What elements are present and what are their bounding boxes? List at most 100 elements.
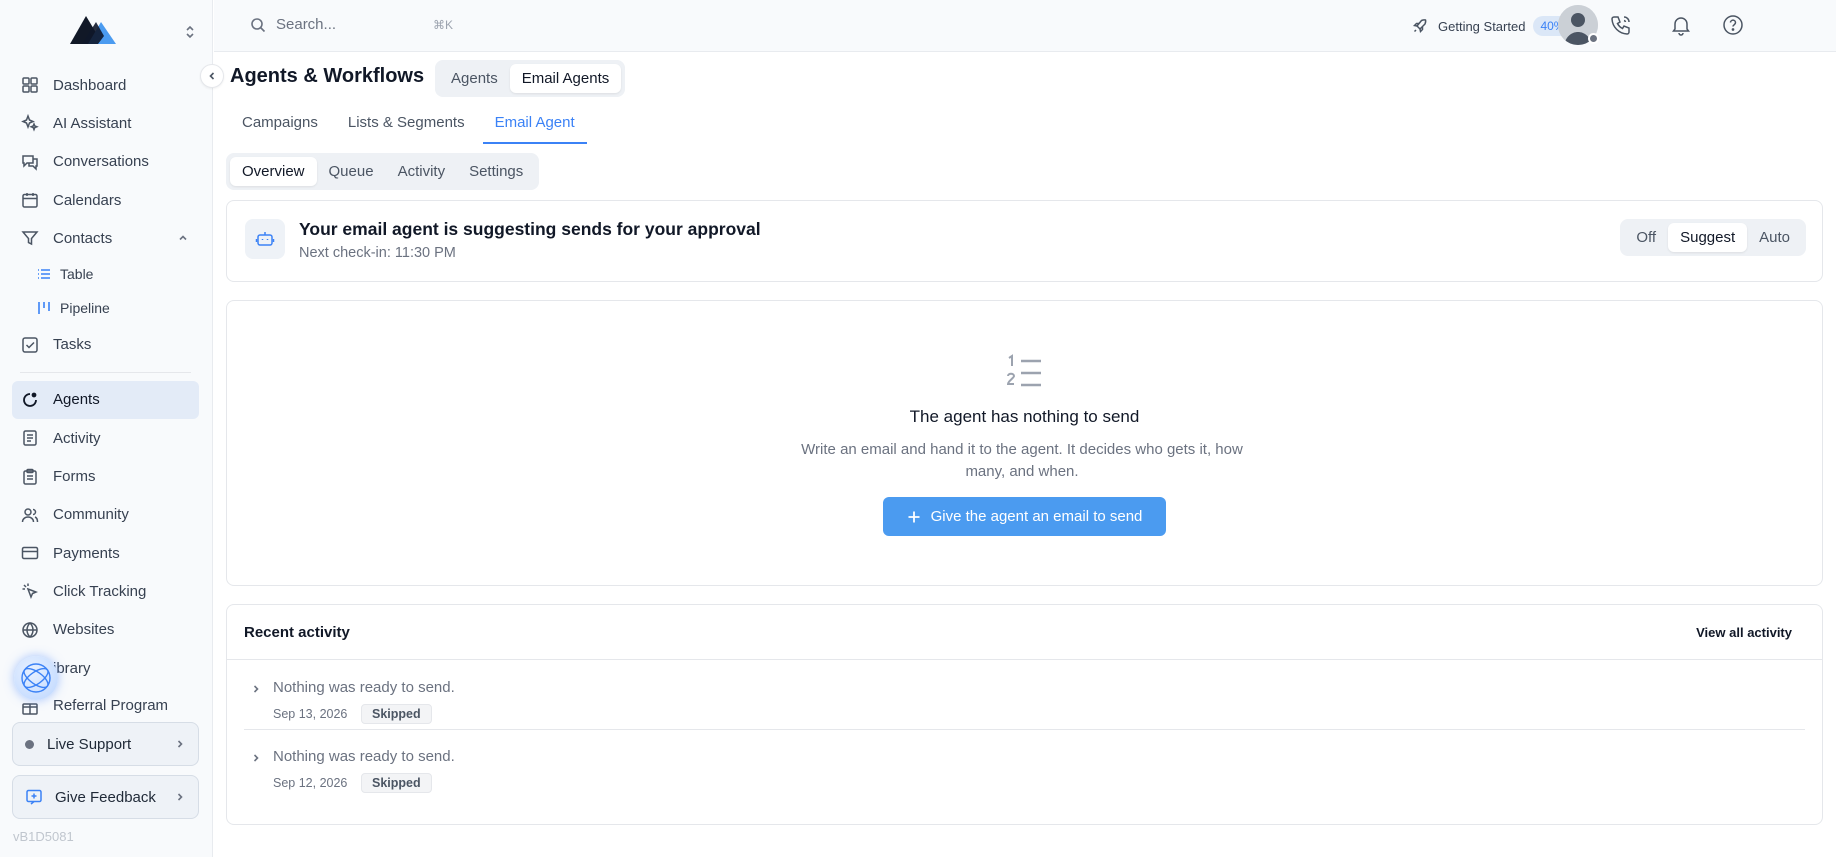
feedback-icon — [25, 788, 43, 806]
sidebar-item-payments[interactable]: Payments — [12, 534, 199, 572]
sidebar-item-label: Pipeline — [60, 300, 110, 317]
checkbox-icon — [20, 335, 40, 355]
robot-icon — [245, 219, 285, 259]
chevron-left-icon — [209, 72, 215, 80]
calendar-icon — [20, 190, 40, 210]
sidebar-item-label: Payments — [53, 544, 120, 562]
sidebar-item-conversations[interactable]: Conversations — [12, 143, 199, 181]
sidebar-item-agents[interactable]: Agents — [12, 380, 199, 420]
agents-icon — [20, 390, 40, 410]
main-tabs: Campaigns Lists & Segments Email Agent — [230, 102, 593, 144]
chat-icon — [20, 152, 40, 172]
status-badge: Skipped — [361, 773, 432, 793]
sidebar-item-label: Click Tracking — [53, 582, 147, 600]
subtab-overview[interactable]: Overview — [230, 157, 317, 186]
tab-email-agent[interactable]: Email Agent — [482, 102, 587, 144]
numbered-list-icon — [1005, 353, 1045, 393]
document-icon — [20, 428, 40, 448]
give-feedback-button[interactable]: Give Feedback — [12, 775, 199, 819]
page-title: Agents & Workflows — [230, 65, 425, 87]
sidebar-item-label: Tasks — [53, 336, 92, 354]
activity-row[interactable]: Nothing was ready to send. Sep 13, 2026 … — [244, 661, 1805, 730]
sidebar-item-tasks[interactable]: Tasks — [12, 325, 199, 363]
sidebar-item-websites[interactable]: Websites — [12, 611, 199, 649]
dashboard-icon — [20, 75, 40, 95]
give-agent-email-button[interactable]: Give the agent an email to send — [883, 497, 1166, 536]
sidebar-nav: Dashboard AI Assistant Conversations Cal… — [12, 66, 199, 717]
recent-activity-title: Recent activity — [244, 624, 350, 641]
sidebar-item-label: ibrary — [53, 659, 91, 677]
sidebar-item-label: Community — [53, 506, 129, 524]
activity-message: Nothing was ready to send. — [273, 679, 455, 696]
sidebar-divider — [20, 371, 191, 373]
subtab-queue[interactable]: Queue — [317, 157, 386, 186]
chevron-right-icon[interactable] — [250, 683, 262, 695]
agent-status-card: Your email agent is suggesting sends for… — [226, 200, 1823, 282]
empty-title: The agent has nothing to send — [909, 407, 1140, 426]
sidebar: Dashboard AI Assistant Conversations Cal… — [0, 0, 213, 857]
activity-date: Sep 13, 2026 — [273, 707, 348, 721]
sidebar-item-label: Referral Program — [53, 697, 169, 715]
subtab-settings[interactable]: Settings — [457, 157, 535, 186]
recent-activity-card: Recent activity View all activity Nothin… — [226, 604, 1823, 825]
live-support-label: Live Support — [47, 735, 132, 753]
empty-description: Write an email and hand it to the agent.… — [801, 441, 1243, 480]
activity-date: Sep 12, 2026 — [273, 776, 348, 790]
status-badge: Skipped — [361, 704, 432, 724]
sidebar-item-label: Contacts — [53, 229, 113, 247]
version-label: vB1D5081 — [13, 829, 74, 844]
agents-segmented-control: Agents Email Agents — [435, 60, 626, 97]
mode-off[interactable]: Off — [1624, 223, 1668, 252]
activity-message: Nothing was ready to send. — [273, 748, 455, 765]
collapse-sidebar-button[interactable] — [200, 64, 224, 88]
bell-icon[interactable] — [1670, 14, 1692, 36]
give-feedback-label: Give Feedback — [55, 788, 156, 806]
segment-agents[interactable]: Agents — [439, 64, 510, 93]
filter-icon — [20, 228, 40, 248]
pipeline-icon — [36, 300, 52, 316]
workspace-switcher-icon[interactable] — [184, 24, 196, 40]
recent-activity-header: Recent activity View all activity — [227, 605, 1822, 660]
sidebar-item-calendars[interactable]: Calendars — [12, 181, 199, 219]
sidebar-item-label: Activity — [53, 429, 101, 447]
mode-auto[interactable]: Auto — [1747, 223, 1802, 252]
pointer-icon — [20, 581, 40, 601]
status-dot-icon — [25, 739, 34, 749]
mode-segmented-control: Off Suggest Auto — [1620, 219, 1806, 256]
sidebar-item-community[interactable]: Community — [12, 496, 199, 534]
users-icon — [20, 505, 40, 525]
getting-started-button[interactable]: Getting Started 40% — [1412, 16, 1572, 36]
sidebar-item-label: Conversations — [53, 153, 149, 171]
sidebar-item-forms[interactable]: Forms — [12, 457, 199, 495]
tab-lists-segments[interactable]: Lists & Segments — [336, 102, 477, 144]
sidebar-item-label: Table — [60, 266, 94, 283]
mode-suggest[interactable]: Suggest — [1668, 223, 1748, 252]
sidebar-item-click-tracking[interactable]: Click Tracking — [12, 572, 199, 610]
phone-icon[interactable] — [1610, 14, 1632, 36]
online-status-dot — [1588, 33, 1599, 44]
activity-row[interactable]: Nothing was ready to send. Sep 12, 2026 … — [244, 730, 1805, 799]
tab-campaigns[interactable]: Campaigns — [230, 102, 330, 144]
subtab-activity[interactable]: Activity — [386, 157, 458, 186]
view-all-activity-link[interactable]: View all activity — [1696, 625, 1792, 640]
chevron-right-icon — [174, 791, 186, 803]
chevron-up-icon[interactable] — [177, 232, 189, 244]
sidebar-item-ai-assistant[interactable]: AI Assistant — [12, 104, 199, 142]
sidebar-item-pipeline[interactable]: Pipeline — [12, 291, 199, 325]
app-logo-icon[interactable] — [68, 14, 118, 44]
search-input[interactable]: Search... ⌘K — [250, 16, 453, 33]
sidebar-item-dashboard[interactable]: Dashboard — [12, 66, 199, 104]
sidebar-item-contacts[interactable]: Contacts — [12, 219, 199, 257]
live-support-button[interactable]: Live Support — [12, 722, 199, 766]
status-subtitle: Next check-in: 11:30 PM — [299, 245, 456, 261]
assistant-orb-icon[interactable] — [14, 656, 58, 700]
sidebar-item-label: Dashboard — [53, 76, 127, 94]
segment-email-agents[interactable]: Email Agents — [509, 64, 622, 93]
sidebar-item-table[interactable]: Table — [12, 257, 199, 291]
sidebar-item-label: Forms — [53, 468, 96, 486]
help-icon[interactable] — [1722, 14, 1744, 36]
sidebar-item-activity[interactable]: Activity — [12, 419, 199, 457]
list-icon — [36, 266, 52, 282]
chevron-right-icon[interactable] — [250, 752, 262, 764]
subtabs-segmented-control: Overview Queue Activity Settings — [226, 153, 540, 190]
